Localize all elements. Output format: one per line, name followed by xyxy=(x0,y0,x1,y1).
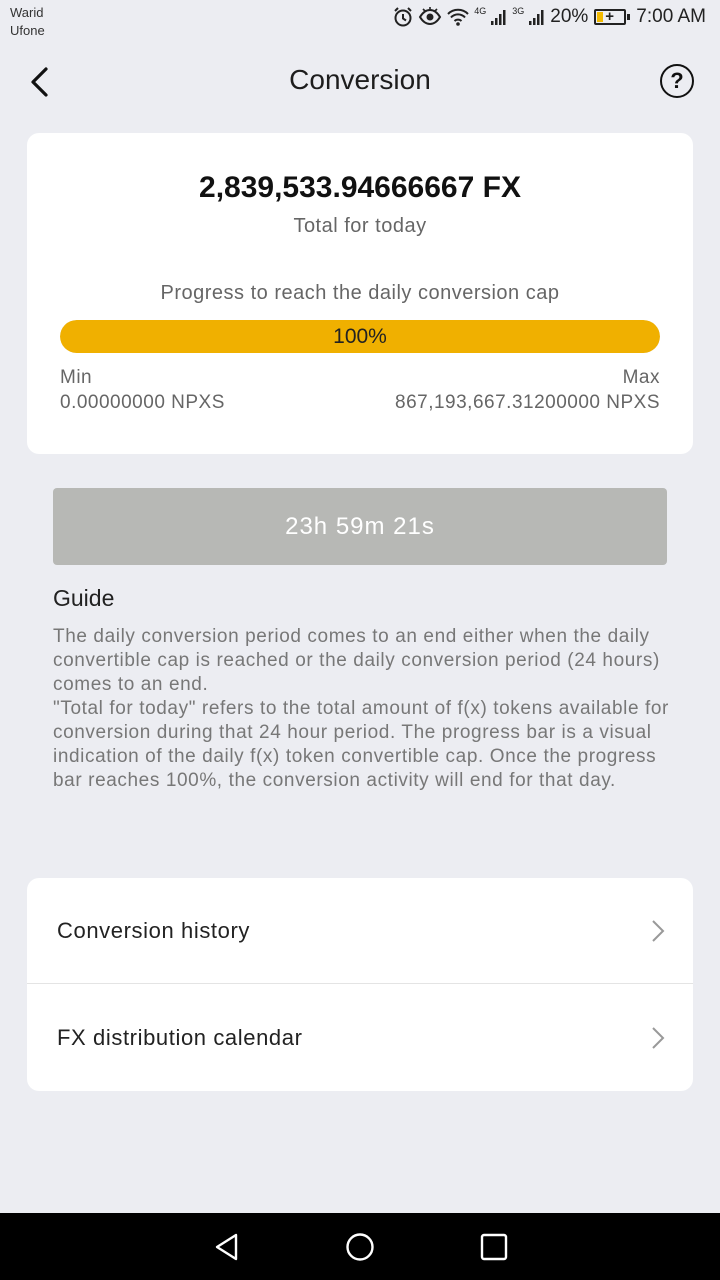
wifi-icon xyxy=(446,7,470,27)
nav-recents-icon xyxy=(480,1233,508,1261)
carrier-2: Ufone xyxy=(10,23,45,38)
status-icons: 4G 3G 20% + 7:00 AM xyxy=(392,6,706,28)
min-label: Min xyxy=(60,367,93,388)
progress-label: Progress to reach the daily conversion c… xyxy=(160,282,560,304)
chevron-right-icon xyxy=(652,920,665,942)
app-header: Conversion ? xyxy=(0,52,720,112)
menu-item-label: FX distribution calendar xyxy=(57,1025,303,1050)
progress-percent: 100% xyxy=(333,325,387,348)
system-nav-bar xyxy=(0,1213,720,1280)
nav-back-button[interactable] xyxy=(212,1232,242,1262)
nav-home-icon xyxy=(346,1233,374,1261)
nav-back-icon xyxy=(215,1233,238,1261)
nav-home-button[interactable] xyxy=(345,1232,375,1262)
carrier-labels: Warid Ufone xyxy=(10,4,45,40)
charging-icon: + xyxy=(605,8,615,25)
menu-item-label: Conversion history xyxy=(57,918,250,943)
min-value: 0.00000000 NPXS xyxy=(60,392,225,413)
max-value: 867,193,667.31200000 NPXS xyxy=(395,392,660,413)
menu-card: Conversion history FX distribution calen… xyxy=(27,878,693,1091)
battery-percent: 20% xyxy=(550,6,589,27)
max-label: Max xyxy=(622,367,660,388)
guide-paragraph-2: "Total for today" refers to the total am… xyxy=(53,698,669,791)
carrier-1: Warid xyxy=(10,5,44,20)
chevron-right-icon xyxy=(652,1027,665,1049)
total-label: Total for today xyxy=(293,215,427,237)
menu-item-conversion-history[interactable]: Conversion history xyxy=(27,878,693,984)
help-icon: ? xyxy=(670,68,684,93)
status-bar: Warid Ufone 4G 3G 20% + 7:00 AM xyxy=(0,0,720,44)
net-type-2: 3G xyxy=(512,6,525,16)
net-type-1: 4G xyxy=(474,6,487,16)
page-title: Conversion xyxy=(289,64,431,95)
nav-recents-button[interactable] xyxy=(479,1232,509,1262)
battery-icon: + xyxy=(594,8,631,25)
menu-item-fx-distribution-calendar[interactable]: FX distribution calendar xyxy=(27,985,693,1091)
guide-text: The daily conversion period comes to an … xyxy=(53,625,673,793)
clock: 7:00 AM xyxy=(636,6,706,27)
alarm-icon xyxy=(392,6,414,28)
conversion-summary-card: 2,839,533.94666667 FX Total for today Pr… xyxy=(27,133,693,454)
signal-icon xyxy=(490,8,508,26)
eye-icon xyxy=(418,6,442,28)
progress-bar: 100% xyxy=(60,320,660,353)
signal-icon xyxy=(528,8,546,26)
battery-fill xyxy=(597,12,603,22)
countdown-button[interactable]: 23h 59m 21s xyxy=(53,488,667,565)
guide-title: Guide xyxy=(53,585,115,611)
help-button[interactable]: ? xyxy=(660,64,694,98)
total-value: 2,839,533.94666667 FX xyxy=(199,171,521,204)
guide-paragraph-1: The daily conversion period comes to an … xyxy=(53,626,660,695)
